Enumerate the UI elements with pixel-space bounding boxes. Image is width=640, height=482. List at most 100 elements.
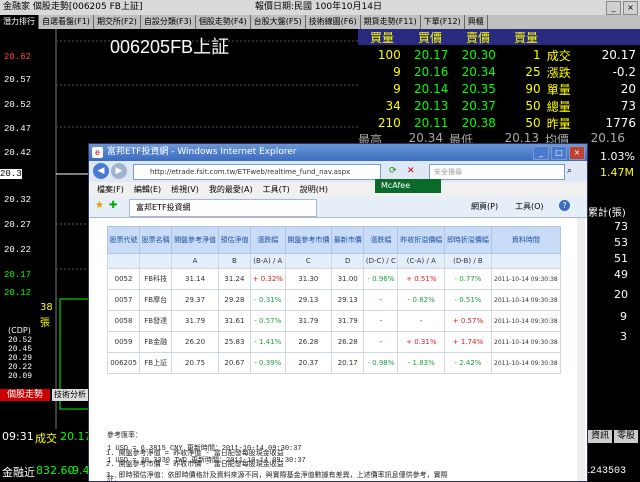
refresh-icon[interactable]: ⟳ [389, 164, 403, 178]
table-cell: FB科技 [139, 268, 173, 290]
ie-menu-item[interactable]: 編輯(E) [134, 184, 161, 195]
tab-item[interactable]: 下單(F12) [421, 15, 465, 29]
header-bid-price: 買價 [417, 31, 442, 45]
mcafee-button[interactable]: McAfee [375, 179, 441, 193]
table-header: 開盤參考淨值 [171, 226, 219, 254]
forward-icon[interactable]: ▶ [111, 163, 127, 179]
table-row: 0052 FB科技 31.14 31.24 + 0.32% 31.30 31.00- 0.9… [106, 268, 562, 290]
cdp-value: 20.22 [8, 363, 33, 372]
table-cell: - 0.57% [250, 310, 286, 332]
note-item: 3. 即時預估淨值：依即時價格計及資料來源不同，與實際基金淨值數據有差異，上述價… [106, 472, 448, 480]
table-cell: 31.61 [217, 310, 252, 332]
table-cell: - 0.82% [397, 289, 446, 311]
favorites-star-icon[interactable]: ★ [95, 200, 104, 211]
table-cell: 0058 [106, 310, 141, 332]
ie-menu-item[interactable]: 檔案(F) [97, 184, 124, 195]
tab-item[interactable]: 潛力排行 [0, 15, 39, 29]
table-subheader [490, 253, 562, 269]
app-title: 金融家 個股走勢[006205 FB上証] [3, 2, 143, 12]
ie-menu-item[interactable]: 檢視(V) [171, 184, 199, 195]
table-cell: + 1.74% [444, 331, 492, 353]
ie-title-bar: e 富邦ETF投資網 - Windows Internet Explorer _… [89, 144, 587, 161]
ie-close-icon[interactable]: × [569, 146, 585, 160]
ie-tab-row: ★ ✚ 富邦ETF投資網 McAfee 網頁(P) 工具(O) ? [89, 179, 587, 218]
close-icon[interactable]: × [623, 1, 638, 15]
quote-partial-row: 最高 20.34 最低 20.13 均價 20.16 [358, 131, 640, 143]
avg-label: 均價 [545, 133, 570, 143]
tab-item[interactable]: 自設分類(F3) [141, 15, 196, 29]
technical-analysis-button[interactable]: 技術分析 [52, 389, 88, 401]
table-row: 0058 FB發達 31.79 31.61- 0.57% 31.79 31.79- - + 0… [106, 310, 562, 332]
cumulative-volume: 73 [614, 220, 628, 233]
quote-date: 報價日期:民國 100年10月14日 [255, 2, 382, 12]
table-cell: - 0.96% [363, 268, 399, 290]
page-menu[interactable]: 網頁(P) [471, 201, 498, 212]
y-tick: 20.52 [4, 100, 32, 110]
table-cell: FB發達 [139, 310, 173, 332]
tab-item[interactable]: 期交所(F2) [94, 15, 141, 29]
stop-icon[interactable]: ✕ [407, 164, 421, 178]
cumulative-volume: 20 [614, 288, 628, 301]
table-subheader: D [331, 253, 365, 269]
bid-volume: 9 [393, 82, 401, 96]
ask-price: 20.34 [461, 65, 496, 79]
tab-item[interactable]: 自選看盤(F1) [39, 15, 94, 29]
quote-header: 買量 買價 賣價 賣量 [358, 29, 640, 45]
table-header: 昨收折溢價幅 [397, 226, 446, 254]
tab-item[interactable]: 技術線圖(F6) [306, 15, 361, 29]
table-subheader [139, 253, 173, 269]
ie-title: 富邦ETF投資網 - Windows Internet Explorer [107, 147, 297, 157]
help-icon[interactable]: ? [559, 200, 570, 211]
tools-menu[interactable]: 工具(O) [515, 201, 544, 212]
bid-volume: 9 [393, 65, 401, 79]
add-favorites-icon[interactable]: ✚ [109, 200, 117, 211]
stock-title: 006205FB上証 [110, 37, 230, 57]
table-row: 0057 FB摩台 29.37 29.28- 0.31% 29.13 29.13- - 0.… [106, 289, 562, 311]
ie-minimize-icon[interactable]: _ [533, 146, 549, 160]
info-button[interactable]: 資訊 [588, 430, 612, 443]
table-cell: 2011-10-14 09:30:38 [490, 268, 562, 290]
bid-price: 20.11 [413, 116, 449, 130]
minimize-icon[interactable]: _ [606, 1, 621, 15]
ie-maximize-icon[interactable]: □ [551, 146, 567, 160]
bid-volume: 210 [377, 116, 401, 130]
ie-menu-item[interactable]: 工具(T) [263, 184, 290, 195]
search-input[interactable]: 安全搜尋 [429, 164, 565, 180]
table-cell: - 0.98% [363, 352, 399, 374]
address-bar[interactable]: http://etrade.fsit.com.tw/ETFweb/realtim… [133, 164, 381, 180]
table-header: 即時折溢價幅 [444, 226, 492, 254]
ask-price: 20.37 [461, 99, 496, 113]
cumulative-volume: 9 [620, 310, 627, 323]
table-cell: 20.17 [331, 352, 365, 374]
table-subheader: B [217, 253, 252, 269]
table-cell: 31.24 [217, 268, 252, 290]
last-trade-label: 成交 [35, 432, 57, 445]
table-cell: 0057 [106, 289, 141, 311]
ticker-change: -9.4 [68, 464, 90, 477]
bid-price: 20.17 [413, 48, 449, 62]
tab-item[interactable]: 期貨走勢(F11) [361, 15, 421, 29]
tab-item[interactable]: 個股走勢(F4) [196, 15, 251, 29]
bid-volume: 34 [385, 99, 401, 113]
stock-trend-button[interactable]: 個股走勢 [0, 389, 50, 401]
ie-menu-item[interactable]: 我的最愛(A) [209, 184, 253, 195]
volume-unit: 張 [40, 318, 50, 329]
ie-address-row: ◀ ▶ http://etrade.fsit.com.tw/ETFweb/rea… [89, 161, 587, 182]
table-cell: 31.30 [284, 268, 333, 290]
tab-item[interactable]: 台股大盤(F5) [251, 15, 306, 29]
table-subheader [106, 253, 141, 269]
bid-volume: 100 [377, 48, 401, 62]
y-tick: 20.47 [4, 124, 32, 134]
table-header: 預估淨值 [217, 226, 252, 254]
search-icon[interactable]: ⌕ [567, 164, 581, 178]
stat-value: 1776 [605, 116, 636, 130]
tab-item[interactable]: 興櫃 [465, 15, 488, 29]
ie-scrollbar[interactable] [577, 218, 585, 481]
ask-volume: 90 [525, 82, 541, 96]
back-icon[interactable]: ◀ [93, 163, 109, 179]
ie-menu-item[interactable]: 說明(H) [300, 184, 328, 195]
table-header: 漲跌幅 [363, 226, 399, 254]
odd-lot-button[interactable]: 零股 [614, 430, 638, 443]
ie-browser-window[interactable]: e 富邦ETF投資網 - Windows Internet Explorer _… [88, 143, 588, 482]
ie-tab[interactable]: 富邦ETF投資網 [129, 199, 317, 217]
